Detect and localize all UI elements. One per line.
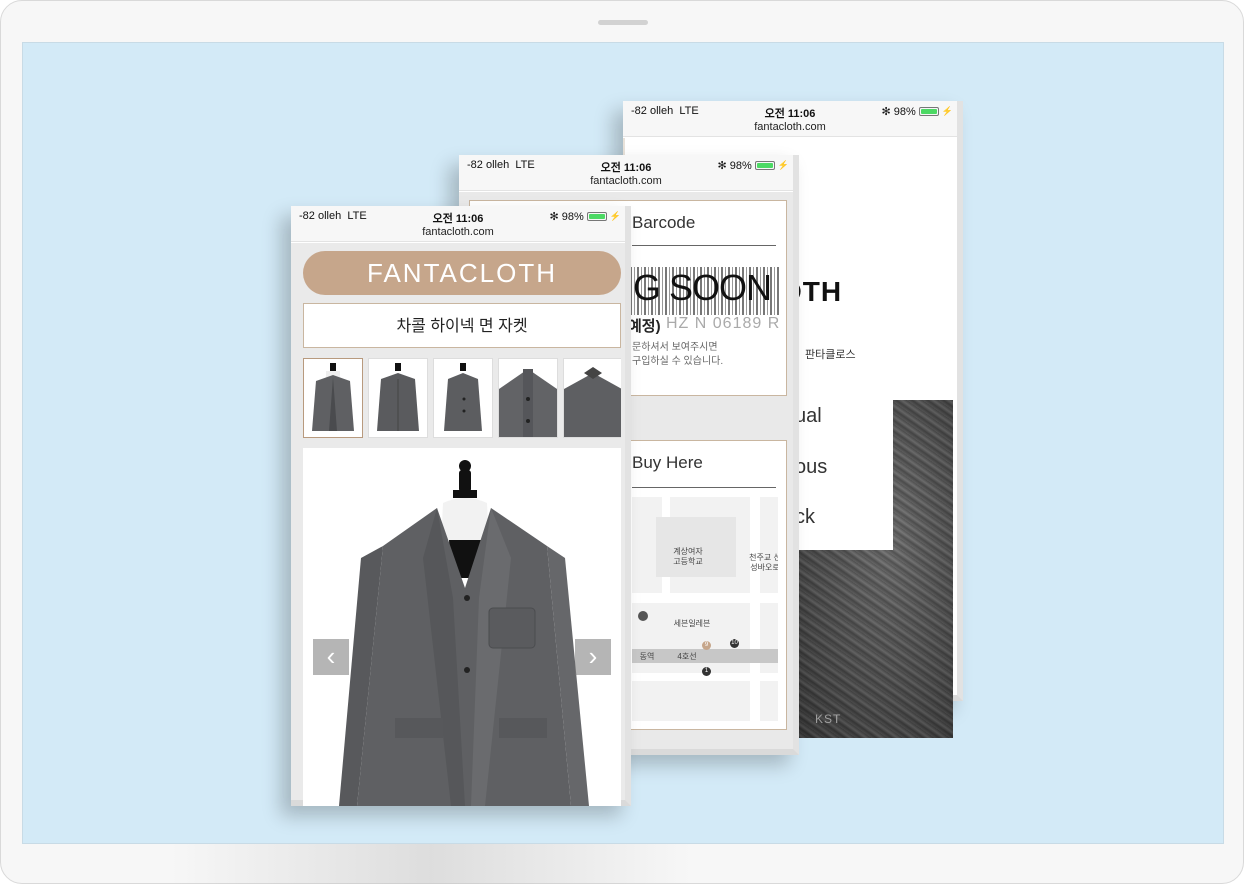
- brand-logo-sub: 판타클로스: [805, 349, 856, 361]
- status-right: ✻ 98% ⚡: [717, 159, 789, 173]
- battery-percent: 98%: [893, 105, 916, 118]
- map-label-church: 천주교 선 성바오로: [749, 553, 778, 572]
- address-bar[interactable]: fantacloth.com: [291, 226, 625, 238]
- bluetooth-icon: ✻: [549, 211, 559, 223]
- menu-item-famous[interactable]: ous: [795, 456, 827, 479]
- divider: [632, 245, 776, 246]
- battery-icon: [754, 161, 775, 170]
- prev-image-button[interactable]: ‹: [313, 639, 349, 675]
- phone-screen-product: -82 olleh LTE 오전 11:06 ✻ 98% ⚡ fantaclot…: [291, 206, 631, 806]
- thumbnail-front[interactable]: [303, 358, 363, 438]
- frame-shadow: [171, 844, 691, 884]
- address-bar[interactable]: fantacloth.com: [623, 121, 957, 133]
- thumbnail-collar-detail[interactable]: [498, 358, 558, 438]
- status-bar: -82 olleh LTE 오전 11:06 ✻ 98% ⚡ fantaclot…: [459, 155, 793, 191]
- speaker-slot: [598, 20, 648, 25]
- map-label-store: 세븐일레븐: [673, 619, 711, 628]
- battery-percent: 98%: [729, 159, 752, 172]
- address-bar[interactable]: fantacloth.com: [459, 175, 793, 187]
- barcode-title: Barcode: [632, 213, 696, 232]
- coming-soon-text: G SOON: [633, 267, 772, 308]
- thumbnail-side[interactable]: [433, 358, 493, 438]
- status-bar: -82 olleh LTE 오전 11:06 ✻ 98% ⚡ fantaclot…: [291, 206, 625, 242]
- tablet-frame: -82 olleh LTE 오전 11:06 ✻ 98% ⚡ fantaclot…: [0, 0, 1244, 884]
- thumbnail-back-detail[interactable]: [563, 358, 621, 438]
- next-image-button[interactable]: ›: [575, 639, 611, 675]
- location-pin-icon[interactable]: [638, 611, 648, 621]
- status-right: ✻ 98% ⚡: [881, 105, 953, 119]
- product-title: 차콜 하이넥 면 자켓: [303, 303, 621, 348]
- menu-item-casual[interactable]: ual: [795, 405, 822, 428]
- product-main-image: ‹ ›: [303, 448, 621, 806]
- screen: -82 olleh LTE 오전 11:06 ✻ 98% ⚡ fantaclot…: [22, 42, 1224, 844]
- charging-icon: ⚡: [777, 160, 789, 170]
- barcode-note: 문하셔서 보여주시면 구입하실 수 있습니다.: [632, 342, 724, 367]
- battery-icon: [586, 212, 607, 221]
- thumbnail-strip: [303, 358, 621, 438]
- battery-percent: 98%: [561, 210, 584, 223]
- exit-10-icon: 10: [730, 639, 739, 648]
- photo-watermark: KST: [815, 712, 842, 726]
- buy-here-title: Buy Here: [632, 453, 703, 472]
- thumbnail-closed[interactable]: [368, 358, 428, 438]
- barcode-sub-label: 예정): [628, 318, 661, 335]
- charging-icon: ⚡: [609, 211, 621, 221]
- bluetooth-icon: ✻: [717, 160, 727, 172]
- map-label-school: 계상여자 고등학교: [673, 547, 703, 566]
- bluetooth-icon: ✻: [881, 106, 891, 118]
- divider: [632, 487, 776, 488]
- barcode-number: HZ N 06189 R: [666, 315, 781, 332]
- page-content: FANTACLOTH 차콜 하이넥 면 자켓 ‹ ›: [291, 243, 625, 806]
- status-bar: -82 olleh LTE 오전 11:06 ✻ 98% ⚡ fantaclot…: [623, 101, 957, 137]
- exit-1-icon: 1: [702, 667, 711, 676]
- exit-9-icon: 9: [702, 641, 711, 650]
- store-map[interactable]: 계상여자 고등학교 천주교 선 성바오로 세븐일레븐 동역 4호선 9 10 1: [632, 497, 778, 721]
- charging-icon: ⚡: [941, 106, 953, 116]
- map-label-line: 4호선: [677, 652, 697, 661]
- status-right: ✻ 98% ⚡: [549, 210, 621, 224]
- brand-header-button[interactable]: FANTACLOTH: [303, 251, 621, 295]
- battery-icon: [918, 107, 939, 116]
- map-label-station: 동역: [639, 652, 655, 661]
